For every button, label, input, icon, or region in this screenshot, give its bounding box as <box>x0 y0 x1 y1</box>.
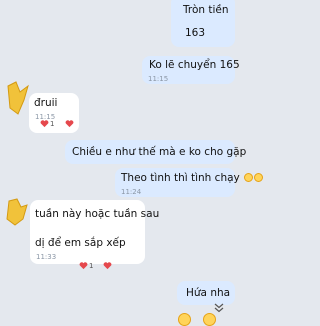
sticker-image[interactable] <box>3 197 29 227</box>
heart-reaction-icon[interactable] <box>79 261 88 270</box>
message-bubble-sent[interactable]: Theo tình thì tình chạy 11:24 <box>115 168 264 197</box>
hand-sticker-icon <box>7 81 29 115</box>
heart-reaction-icon[interactable] <box>40 119 49 128</box>
message-timestamp: 11:24 <box>121 188 142 196</box>
message-bubble-sent[interactable]: Hứa nha <box>177 281 235 305</box>
sticker-image[interactable] <box>4 80 32 116</box>
grinning-face-emoji <box>254 173 264 182</box>
message-text: 163 <box>185 27 206 39</box>
reaction-count: 1 <box>50 120 55 128</box>
reaction-count: 1 <box>89 262 94 270</box>
grinning-face-emoji <box>244 173 254 182</box>
message-text: đruii <box>34 97 58 109</box>
message-text: tuần này hoặc tuần sau <box>35 208 160 220</box>
message-timestamp: 11:33 <box>36 253 57 261</box>
heart-react-button-icon[interactable] <box>103 261 112 270</box>
chevron-double-down-icon[interactable] <box>214 303 224 313</box>
message-text: Hứa nha <box>186 287 231 299</box>
message-text: Tròn tiền <box>183 4 229 16</box>
message-text: Theo tình thì tình chạy <box>121 172 240 184</box>
hand-sticker-icon <box>6 198 28 226</box>
message-text: Chiều e như thế mà e ko cho gặp <box>72 146 247 158</box>
message-timestamp: 11:15 <box>148 75 169 83</box>
message-text: Ko lẽ chuyển 165 <box>149 59 240 71</box>
message-text: dị để em sắp xếp <box>35 237 126 249</box>
heart-react-button-icon[interactable] <box>65 119 74 128</box>
message-bubble-sent[interactable]: Ko lẽ chuyển 165 11:15 <box>142 56 240 84</box>
message-bubble-sent[interactable]: Tròn tiền 163 <box>171 0 235 47</box>
message-bubble-sent[interactable]: Chiều e như thế mà e ko cho gặp <box>65 140 246 164</box>
message-bubble-received[interactable]: tuần này hoặc tuần sau dị để em sắp xếp … <box>30 200 159 264</box>
